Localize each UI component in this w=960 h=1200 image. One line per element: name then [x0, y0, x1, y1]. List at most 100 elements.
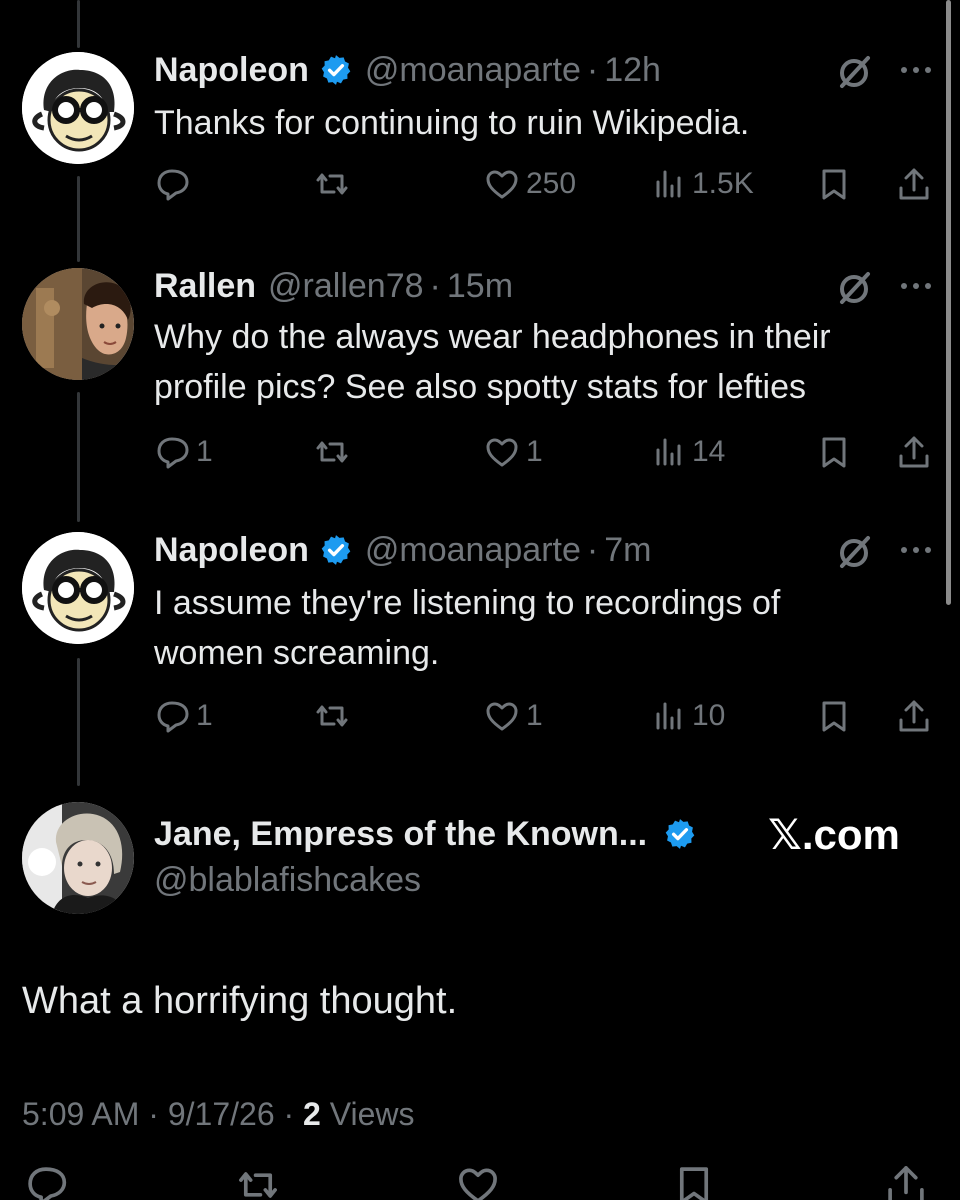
- views-button[interactable]: 1.5K: [650, 164, 754, 204]
- author-name[interactable]: Rallen: [154, 267, 256, 306]
- like-count: 1: [526, 435, 543, 468]
- repost-icon: [316, 705, 348, 727]
- like-button[interactable]: 250: [484, 164, 576, 204]
- tweet-time[interactable]: 5:09 AM: [22, 1096, 139, 1132]
- tweet-text-line: I assume they're listening to recordings…: [154, 584, 781, 622]
- scrollbar[interactable]: [946, 0, 951, 605]
- bookmark-button[interactable]: [672, 1165, 716, 1200]
- author-handle[interactable]: @rallen78: [268, 267, 424, 306]
- like-icon: [459, 1168, 497, 1200]
- author-handle[interactable]: @moanaparte: [365, 531, 581, 570]
- avatar[interactable]: [22, 268, 134, 380]
- views-icon: [656, 702, 681, 730]
- share-button[interactable]: [896, 432, 932, 472]
- reply-count: 1: [196, 699, 213, 732]
- views-label[interactable]: Views: [330, 1096, 415, 1132]
- avatar[interactable]: [22, 802, 134, 914]
- verified-badge-icon: [321, 55, 351, 85]
- reply-icon: [157, 701, 189, 733]
- views-count: 1.5K: [692, 167, 754, 200]
- bookmark-button[interactable]: [816, 432, 852, 472]
- bookmark-icon: [822, 437, 846, 468]
- timestamp[interactable]: 12h: [604, 51, 661, 90]
- like-icon: [486, 438, 518, 467]
- like-button[interactable]: 1: [484, 696, 543, 736]
- like-icon: [486, 702, 518, 731]
- timestamp[interactable]: 15m: [447, 267, 513, 306]
- repost-icon: [316, 441, 348, 463]
- repost-icon: [316, 173, 348, 195]
- author-handle[interactable]: @moanaparte: [365, 51, 581, 90]
- thread-line: [77, 392, 80, 522]
- share-button[interactable]: [884, 1165, 928, 1200]
- reply-button[interactable]: 1: [154, 432, 213, 472]
- author-handle[interactable]: @blablafishcakes: [154, 856, 709, 904]
- bookmark-button[interactable]: [816, 696, 852, 736]
- views-button[interactable]: 10: [650, 696, 725, 736]
- reply-button[interactable]: [154, 164, 196, 204]
- photo-avatar-icon: [22, 802, 134, 914]
- verified-badge-icon: [665, 819, 695, 849]
- tweet-header: Napoleon @moanaparte · 7m: [154, 530, 651, 570]
- tweet-text: Why do the always wear headphones in the…: [154, 312, 934, 412]
- repost-icon: [239, 1172, 277, 1198]
- like-button[interactable]: 1: [484, 432, 543, 472]
- separator-dot: ·: [283, 1096, 295, 1132]
- views-button[interactable]: 14: [650, 432, 725, 472]
- views-icon: [656, 438, 681, 466]
- repost-button[interactable]: [236, 1165, 280, 1200]
- views-count: 2: [303, 1096, 321, 1132]
- author-name[interactable]: Napoleon: [154, 531, 309, 570]
- share-button[interactable]: [896, 696, 932, 736]
- share-button[interactable]: [896, 164, 932, 204]
- repost-button[interactable]: [314, 696, 356, 736]
- author-block: Jane, Empress of the Known... @blablafis…: [154, 812, 709, 904]
- tweet-text: What a horrifying thought.: [22, 980, 458, 1022]
- author-name[interactable]: Napoleon: [154, 51, 309, 90]
- xcom-watermark: 𝕏.com: [768, 811, 900, 858]
- tweet-text-line: Why do the always wear headphones in the…: [154, 318, 831, 356]
- author-name[interactable]: Jane, Empress of the Known...: [154, 815, 647, 854]
- like-button[interactable]: [456, 1165, 500, 1200]
- glasses-cartoon-avatar-icon: [22, 532, 134, 644]
- repost-button[interactable]: [314, 432, 356, 472]
- photo-avatar-icon: [22, 268, 134, 380]
- avatar[interactable]: [22, 52, 134, 164]
- timestamp[interactable]: 7m: [604, 531, 651, 570]
- like-count: 250: [526, 167, 577, 200]
- grok-icon[interactable]: [834, 268, 874, 308]
- more-icon[interactable]: [896, 272, 936, 300]
- separator-dot: ·: [586, 530, 599, 569]
- glasses-cartoon-avatar-icon: [22, 52, 134, 164]
- avatar[interactable]: [22, 532, 134, 644]
- action-bar: 1 1 14: [154, 432, 944, 472]
- share-icon: [888, 1166, 924, 1200]
- tweet-text: Thanks for continuing to ruin Wikipedia.: [154, 98, 934, 148]
- tweet-header: Napoleon @moanaparte · 12h: [154, 50, 661, 90]
- action-bar: 250 1.5K: [154, 164, 944, 204]
- grok-icon[interactable]: [834, 532, 874, 572]
- bookmark-button[interactable]: [816, 164, 852, 204]
- tweet-date[interactable]: 9/17/26: [168, 1096, 275, 1132]
- more-icon[interactable]: [896, 536, 936, 564]
- reply-icon: [157, 437, 189, 469]
- tweet-text-line: women screaming.: [154, 634, 440, 672]
- thread-line: [77, 0, 80, 48]
- separator-dot: ·: [429, 266, 441, 305]
- thread-line: [77, 658, 80, 786]
- share-icon: [899, 436, 929, 468]
- main-action-bar: [0, 1165, 960, 1200]
- bookmark-icon: [679, 1167, 709, 1200]
- bookmark-icon: [822, 169, 846, 200]
- more-icon[interactable]: [896, 56, 936, 84]
- reply-button[interactable]: [24, 1165, 68, 1200]
- grok-icon[interactable]: [834, 52, 874, 92]
- reply-button[interactable]: 1: [154, 696, 213, 736]
- separator-dot: ·: [586, 50, 599, 89]
- repost-button[interactable]: [314, 164, 356, 204]
- tweet-text: I assume they're listening to recordings…: [154, 578, 934, 678]
- share-icon: [899, 700, 929, 732]
- tweet-meta: 5:09 AM · 9/17/26 · 2 Views: [22, 1096, 415, 1133]
- reply-icon: [157, 169, 189, 201]
- like-count: 1: [526, 699, 543, 732]
